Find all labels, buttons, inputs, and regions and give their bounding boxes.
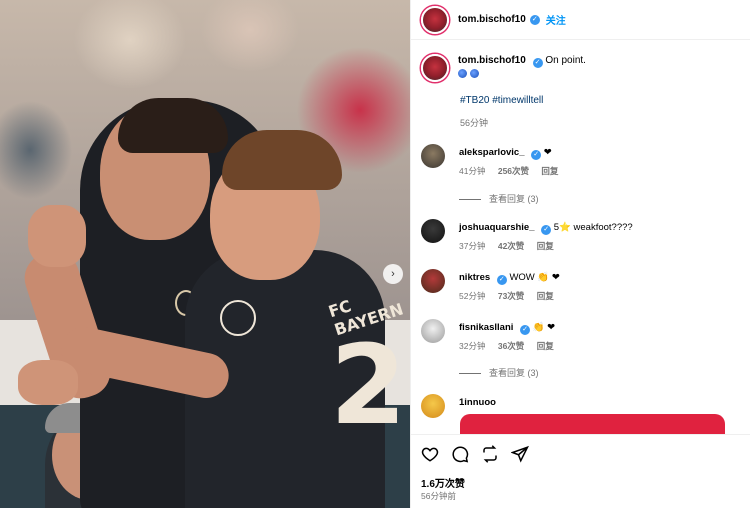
comment-time: 37分钟	[459, 241, 486, 251]
comment-item: aleksparlovic_ ✓ ❤ 41分钟 256次赞 回复	[421, 144, 741, 184]
player-left-fist	[28, 205, 86, 267]
reply-button[interactable]: 回复	[537, 291, 554, 301]
comment-text: WOW 👏 ❤	[509, 272, 560, 283]
comment-item: joshuaquarshie_ ✓ 5⭐ weakfoot???? 37分钟 4…	[421, 219, 741, 259]
reply-button[interactable]: 回复	[537, 341, 554, 351]
verified-icon: ✓	[531, 150, 542, 160]
caption-username[interactable]: tom.bischof10	[458, 55, 526, 66]
sponsor-logo	[220, 300, 256, 336]
post-photo[interactable]: FC BAYERN 2 ›	[0, 0, 410, 508]
likes-count[interactable]: 1.6万次赞	[421, 475, 465, 490]
post-actions-footer: 1.6万次赞 56分钟前	[411, 434, 750, 508]
comment-text: 👏 ❤	[532, 322, 556, 333]
comment-username[interactable]: 1innuoo	[459, 397, 496, 408]
commenter-avatar[interactable]	[421, 269, 445, 293]
comments-list[interactable]: tom.bischof10 ✓ On point. #TB20 #timewil…	[411, 44, 750, 434]
comment-icon[interactable]	[451, 445, 469, 463]
comment-username[interactable]: niktres	[459, 272, 490, 283]
comment-text: 5⭐ weakfoot????	[553, 222, 633, 233]
comment-text: ❤	[543, 147, 552, 158]
player-right-hair	[222, 130, 342, 190]
heart-icon[interactable]	[421, 445, 439, 463]
reply-button[interactable]: 回复	[541, 166, 558, 176]
author-username[interactable]: tom.bischof10	[458, 14, 526, 25]
globe-emoji-icon	[470, 69, 479, 78]
player-right-fist	[18, 360, 78, 405]
caption-text: On point.	[545, 55, 586, 66]
caption-hashtags[interactable]: #TB20 #timewilltell	[460, 95, 543, 106]
comment-image-preview[interactable]	[460, 414, 725, 434]
verified-icon: ✓	[529, 14, 540, 25]
chevron-right-icon[interactable]: ›	[383, 264, 403, 284]
jersey-number: 2	[330, 321, 407, 449]
comment-likes[interactable]: 73次赞	[498, 291, 524, 301]
commenter-avatar[interactable]	[421, 219, 445, 243]
verified-icon: ✓	[532, 58, 543, 68]
comment-time: 32分钟	[459, 341, 486, 351]
reply-button[interactable]: 回复	[537, 241, 554, 251]
repost-icon[interactable]	[481, 445, 499, 463]
post-header: tom.bischof10 ✓ 关注	[411, 0, 750, 40]
comment-time: 52分钟	[459, 291, 486, 301]
commenter-avatar[interactable]	[421, 319, 445, 343]
comment-username[interactable]: fisnikasllani	[459, 322, 513, 333]
caption: tom.bischof10 ✓ On point.	[421, 54, 741, 82]
verified-icon: ✓	[520, 325, 531, 335]
follow-button[interactable]: 关注	[546, 12, 566, 27]
caption-avatar[interactable]	[421, 54, 449, 82]
share-icon[interactable]	[511, 445, 529, 463]
comment-item: fisnikasllani ✓ 👏 ❤ 32分钟 36次赞 回复	[421, 319, 741, 359]
comment-likes[interactable]: 42次赞	[498, 241, 524, 251]
post-timestamp: 56分钟前	[421, 491, 456, 501]
comment-item: niktres ✓ WOW 👏 ❤ 52分钟 73次赞 回复	[421, 269, 741, 309]
caption-timestamp: 56分钟	[460, 118, 489, 128]
comment-time: 41分钟	[459, 166, 486, 176]
comment-username[interactable]: joshuaquarshie_	[459, 222, 535, 233]
comment-likes[interactable]: 256次赞	[498, 166, 529, 176]
author-avatar[interactable]	[421, 5, 449, 34]
commenter-avatar[interactable]	[421, 144, 445, 168]
commenter-avatar[interactable]	[421, 394, 445, 418]
globe-emoji-icon	[458, 69, 467, 78]
comment-likes[interactable]: 36次赞	[498, 341, 524, 351]
view-replies-button[interactable]: 查看回复 (3)	[459, 192, 539, 205]
player-left-hair	[118, 98, 228, 153]
verified-icon: ✓	[496, 275, 507, 285]
view-replies-button[interactable]: 查看回复 (3)	[459, 366, 539, 379]
post-sidebar: tom.bischof10 ✓ 关注 tom.bischof10 ✓ On po…	[410, 0, 750, 508]
verified-icon: ✓	[541, 225, 552, 235]
comment-username[interactable]: aleksparlovic_	[459, 147, 525, 158]
